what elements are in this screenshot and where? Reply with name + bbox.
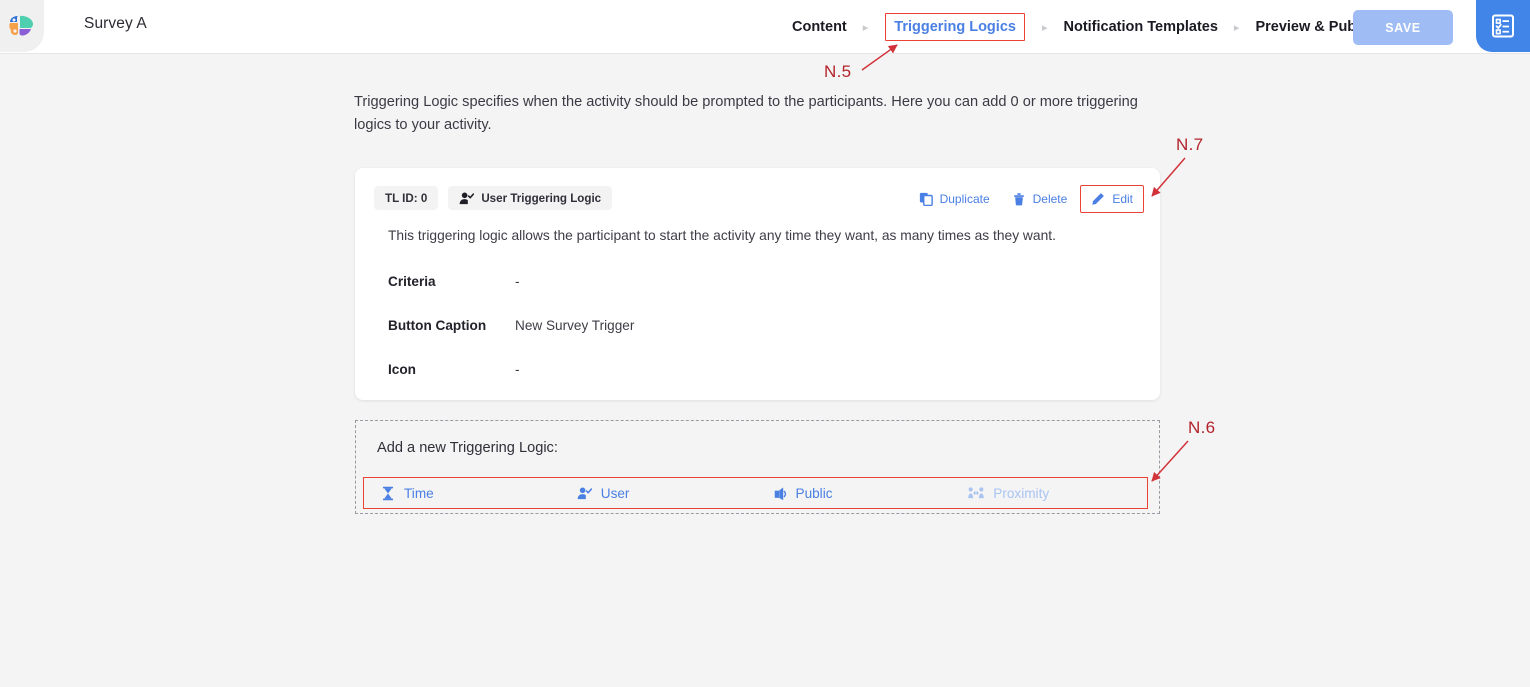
add-option-proximity-label: Proximity	[993, 486, 1049, 501]
intro-description: Triggering Logic specifies when the acti…	[354, 91, 1154, 136]
nav-item-notification-templates[interactable]: Notification Templates	[1061, 15, 1219, 39]
nav-item-triggering-logics[interactable]: Triggering Logics	[885, 13, 1025, 41]
proximity-icon	[968, 486, 984, 500]
checklist-form-icon	[1490, 13, 1516, 39]
field-value-icon: -	[515, 362, 520, 377]
add-option-user[interactable]: User	[560, 486, 756, 501]
field-label-button-caption: Button Caption	[388, 318, 515, 333]
edit-button[interactable]: Edit	[1080, 185, 1144, 213]
tl-id-chip: TL ID: 0	[374, 186, 438, 210]
top-navigation-bar: Survey A Content ▸ Triggering Logics ▸ N…	[0, 0, 1530, 54]
nav-separator: ▸	[1234, 21, 1240, 34]
add-section-title: Add a new Triggering Logic:	[377, 440, 558, 456]
brain-puzzle-logo-icon	[7, 14, 37, 38]
add-option-public[interactable]: Public	[756, 486, 952, 501]
field-row-criteria: Criteria -	[388, 274, 520, 289]
add-option-time-label: Time	[404, 486, 434, 501]
add-option-time[interactable]: Time	[364, 486, 560, 501]
duplicate-label: Duplicate	[940, 192, 990, 206]
triggering-logic-description: This triggering logic allows the partici…	[388, 228, 1118, 243]
app-root: Survey A Content ▸ Triggering Logics ▸ N…	[0, 0, 1530, 687]
nav-separator: ▸	[1042, 21, 1048, 34]
card-chip-row: TL ID: 0 User Triggering Logic	[374, 186, 612, 210]
app-logo[interactable]	[0, 0, 44, 52]
field-row-button-caption: Button Caption New Survey Trigger	[388, 318, 634, 333]
survey-panel-toggle[interactable]	[1476, 0, 1530, 52]
annotation-label-n6: N.6	[1188, 418, 1215, 438]
field-row-icon: Icon -	[388, 362, 520, 377]
user-check-icon	[459, 191, 474, 206]
user-check-icon	[577, 486, 592, 501]
tl-type-chip: User Triggering Logic	[448, 186, 612, 210]
add-options-row: Time User Public	[363, 477, 1148, 509]
main-nav: Content ▸ Triggering Logics ▸ Notificati…	[790, 0, 1383, 54]
add-triggering-logic-panel: Add a new Triggering Logic: Time User	[355, 420, 1160, 514]
tl-id-label: TL ID: 0	[385, 192, 427, 205]
trash-icon	[1012, 192, 1026, 206]
add-option-proximity: Proximity	[951, 486, 1147, 501]
save-button[interactable]: SAVE	[1353, 10, 1453, 45]
megaphone-icon	[773, 486, 787, 501]
page-title: Survey A	[84, 15, 147, 33]
annotation-label-n7: N.7	[1176, 135, 1203, 155]
annotation-label-n5: N.5	[824, 62, 851, 82]
delete-button[interactable]: Delete	[1003, 187, 1077, 211]
field-value-criteria: -	[515, 274, 520, 289]
duplicate-button[interactable]: Duplicate	[910, 187, 999, 211]
card-actions: Duplicate Delete Edit	[910, 185, 1144, 213]
triggering-logic-card: TL ID: 0 User Triggering Logic Duplicate	[355, 168, 1160, 400]
pencil-icon	[1091, 192, 1105, 206]
field-value-button-caption: New Survey Trigger	[515, 318, 634, 333]
field-label-icon: Icon	[388, 362, 515, 377]
hourglass-icon	[381, 486, 395, 501]
tl-type-label: User Triggering Logic	[481, 192, 601, 205]
nav-item-content[interactable]: Content	[790, 15, 849, 39]
add-option-user-label: User	[601, 486, 630, 501]
field-label-criteria: Criteria	[388, 274, 515, 289]
copy-icon	[919, 192, 933, 206]
add-option-public-label: Public	[796, 486, 833, 501]
edit-label: Edit	[1112, 192, 1133, 206]
nav-separator: ▸	[863, 21, 869, 34]
delete-label: Delete	[1033, 192, 1068, 206]
